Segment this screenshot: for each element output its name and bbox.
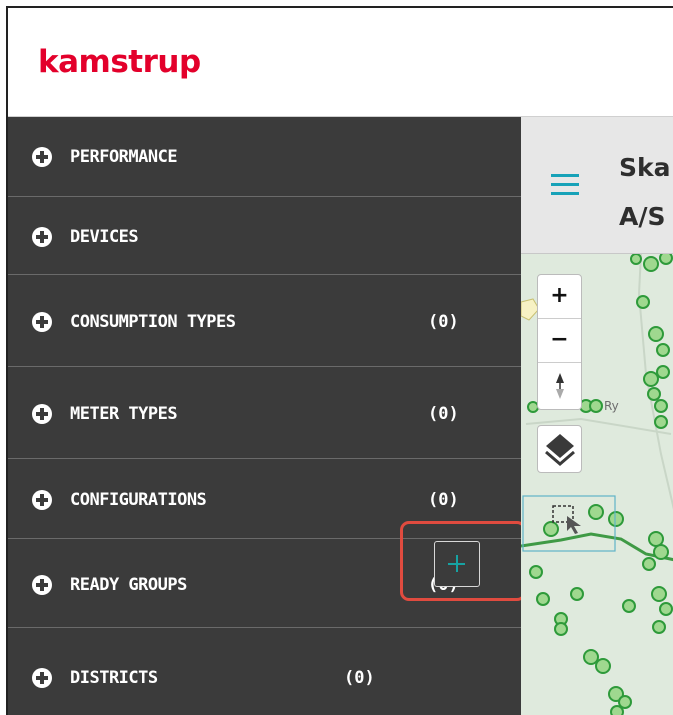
expand-plus-icon xyxy=(32,404,52,424)
sidebar-item-label: CONFIGURATIONS xyxy=(70,490,207,510)
zoom-control: + − xyxy=(537,274,582,410)
sidebar-item-label: PERFORMANCE xyxy=(70,147,178,167)
expand-plus-icon xyxy=(32,490,52,510)
sidebar-item-configurations[interactable]: CONFIGURATIONS (0) xyxy=(8,459,521,539)
sidebar-item-label: CONSUMPTION TYPES xyxy=(70,312,236,332)
compass-icon[interactable] xyxy=(538,363,581,409)
sidebar-item-devices[interactable]: DEVICES xyxy=(8,197,521,275)
map-place-label: Ry xyxy=(604,399,619,413)
app-window: kamstrup PERFORMANCE DEVICES CONSUMPTION… xyxy=(6,6,673,715)
layers-icon xyxy=(545,434,575,466)
content-header: Ska A/S xyxy=(521,117,673,254)
sidebar-item-districts[interactable]: DISTRICTS (0) xyxy=(8,628,521,715)
sidebar-item-label: READY GROUPS xyxy=(70,575,187,595)
expand-plus-icon xyxy=(32,147,52,167)
expand-plus-icon xyxy=(32,575,52,595)
hamburger-icon[interactable] xyxy=(551,174,579,196)
sidebar-item-meter-types[interactable]: METER TYPES (0) xyxy=(8,367,521,459)
zoom-out-button[interactable]: − xyxy=(538,319,581,363)
box-select-icon[interactable] xyxy=(551,504,585,534)
page-title-line-2: A/S xyxy=(619,202,666,231)
page-title-line-1: Ska xyxy=(619,153,671,182)
item-count: (0) xyxy=(428,404,459,424)
map-view[interactable]: Ry + − xyxy=(521,254,673,715)
sidebar-item-label: METER TYPES xyxy=(70,404,178,424)
item-count: (0) xyxy=(428,490,459,510)
expand-plus-icon xyxy=(32,668,52,688)
sidebar-item-consumption-types[interactable]: CONSUMPTION TYPES (0) xyxy=(8,275,521,367)
layers-button[interactable] xyxy=(537,425,582,473)
item-count: (0) xyxy=(428,312,459,332)
add-district-button[interactable] xyxy=(434,541,480,587)
sidebar-item-label: DISTRICTS xyxy=(70,668,158,688)
sidebar: PERFORMANCE DEVICES CONSUMPTION TYPES (0… xyxy=(8,117,521,715)
top-header: kamstrup xyxy=(8,8,673,117)
sidebar-item-performance[interactable]: PERFORMANCE xyxy=(8,117,521,197)
zoom-in-button[interactable]: + xyxy=(538,275,581,319)
item-count: (0) xyxy=(344,668,375,688)
expand-plus-icon xyxy=(32,227,52,247)
sidebar-item-label: DEVICES xyxy=(70,227,139,247)
expand-plus-icon xyxy=(32,312,52,332)
kamstrup-logo: kamstrup xyxy=(38,44,201,80)
